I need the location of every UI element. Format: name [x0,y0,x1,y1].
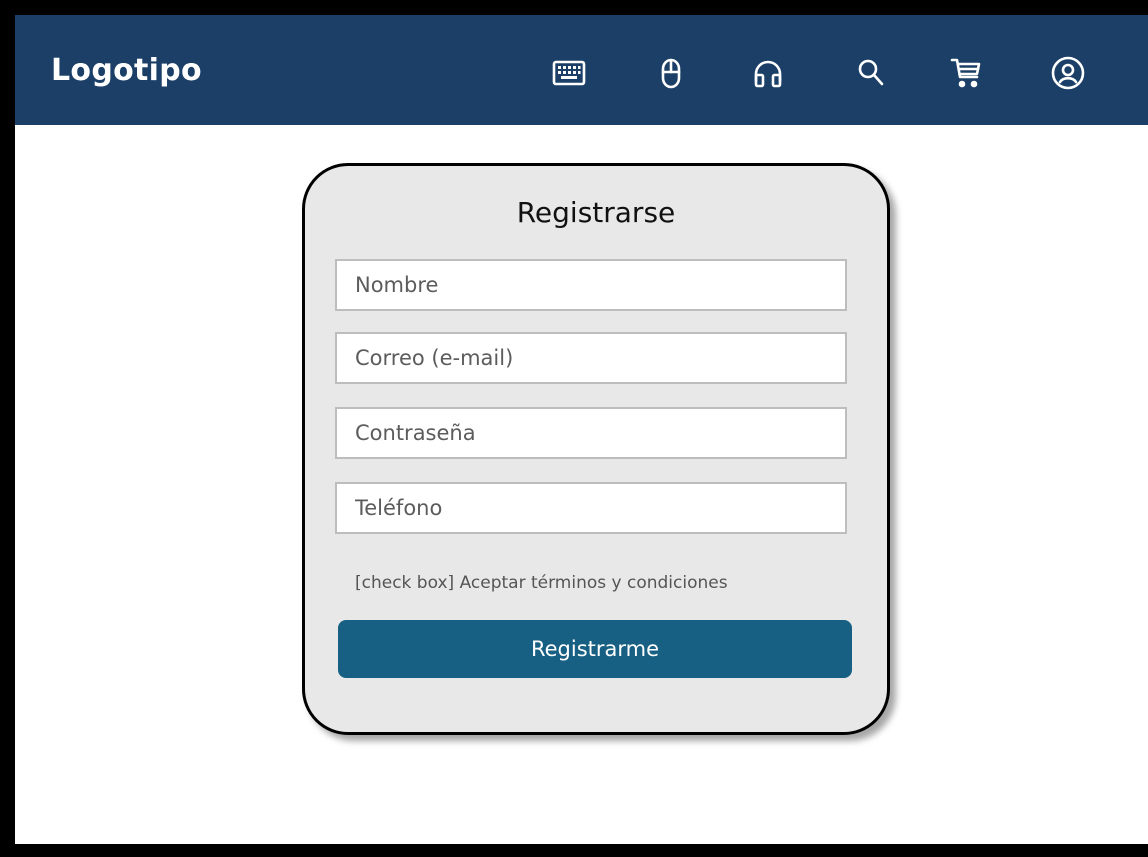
mouse-icon[interactable] [651,51,691,95]
top-navigation-bar: Logotipo [15,15,1148,125]
keyboard-icon[interactable] [549,51,589,95]
registration-card: Registrarse [check box] Aceptar términos… [302,163,890,735]
phone-field[interactable] [335,482,847,534]
password-field[interactable] [335,407,847,459]
form-title: Registrarse [516,196,676,229]
terms-checkbox-label[interactable]: [check box] Aceptar términos y condicion… [355,573,728,593]
page: Logotipo Registrarse Nombre Correo (e-ma… [15,15,1148,844]
name-field[interactable] [335,259,847,311]
logo[interactable]: Logotipo [51,53,202,88]
screen-frame: Logotipo Registrarse Nombre Correo (e-ma… [0,0,1148,857]
email-field[interactable] [335,332,847,384]
user-icon[interactable] [1048,51,1088,95]
search-icon[interactable] [851,51,891,95]
cart-icon[interactable] [946,51,986,95]
register-button[interactable]: Registrarme [338,620,852,678]
headphones-icon[interactable] [748,51,788,95]
